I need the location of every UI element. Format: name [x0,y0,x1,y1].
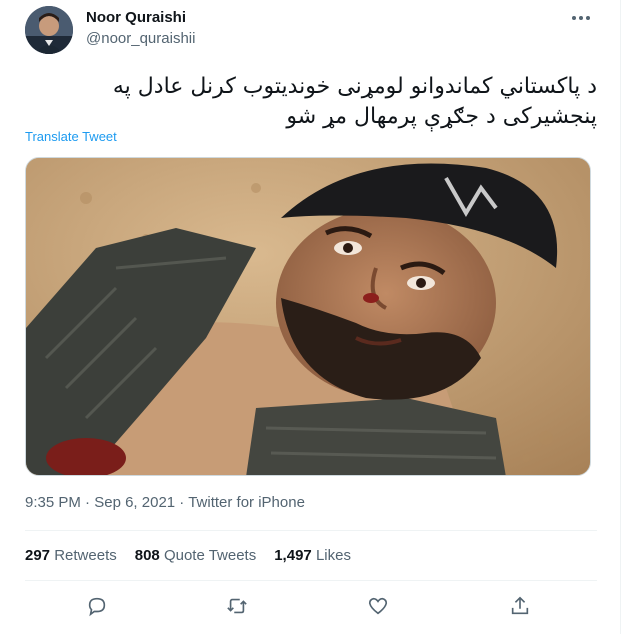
reply-icon[interactable] [83,592,111,620]
tweet-time[interactable]: 9:35 PM [25,494,81,511]
tweet-stats: 297 Retweets 808 Quote Tweets 1,497 Like… [25,547,351,564]
tweet-media-image[interactable] [25,157,591,476]
divider [25,530,597,531]
likes-count: 1,497 [274,547,312,564]
translate-tweet-link[interactable]: Translate Tweet [25,129,117,144]
retweet-icon[interactable] [223,592,251,620]
quote-tweets-count: 808 [134,547,160,564]
tweet-text: د پاکستاني کماندوانو لومړنی خوندیتوب کرن… [25,72,597,132]
author-handle[interactable]: @noor_quraishii [86,30,195,47]
divider [25,580,597,581]
meta-separator: · [85,494,95,511]
tweet-text-line: د پاکستاني کماندوانو لومړنی خوندیتوب کرن… [112,74,597,99]
tweet-text-line: پنجشیرکی د جګړې پرمهال مړ شو [286,104,597,129]
photo-illustration [26,158,590,475]
retweets-label: Retweets [54,547,117,564]
tweet-actions [25,592,597,622]
tweet-timestamp[interactable]: 9:35 PM · Sep 6, 2021 · Twitter for iPho… [25,494,305,511]
share-icon[interactable] [506,592,534,620]
quote-tweets-stat[interactable]: 808 Quote Tweets [135,547,256,564]
more-dots-icon[interactable] [570,8,592,28]
author-name[interactable]: Noor Quraishi [86,9,186,26]
tweet-card: Noor Quraishi @noor_quraishii د پاکستاني… [0,0,621,634]
meta-separator: · [179,494,189,511]
tweet-date[interactable]: Sep 6, 2021 [94,494,175,511]
tweet-source[interactable]: Twitter for iPhone [188,494,305,511]
likes-stat[interactable]: 1,497 Likes [274,547,351,564]
heart-icon[interactable] [364,592,392,620]
quote-tweets-label: Quote Tweets [163,547,257,564]
avatar[interactable] [25,6,73,54]
retweets-stat[interactable]: 297 Retweets [25,547,117,564]
retweets-count: 297 [25,547,51,564]
likes-label: Likes [315,547,351,564]
